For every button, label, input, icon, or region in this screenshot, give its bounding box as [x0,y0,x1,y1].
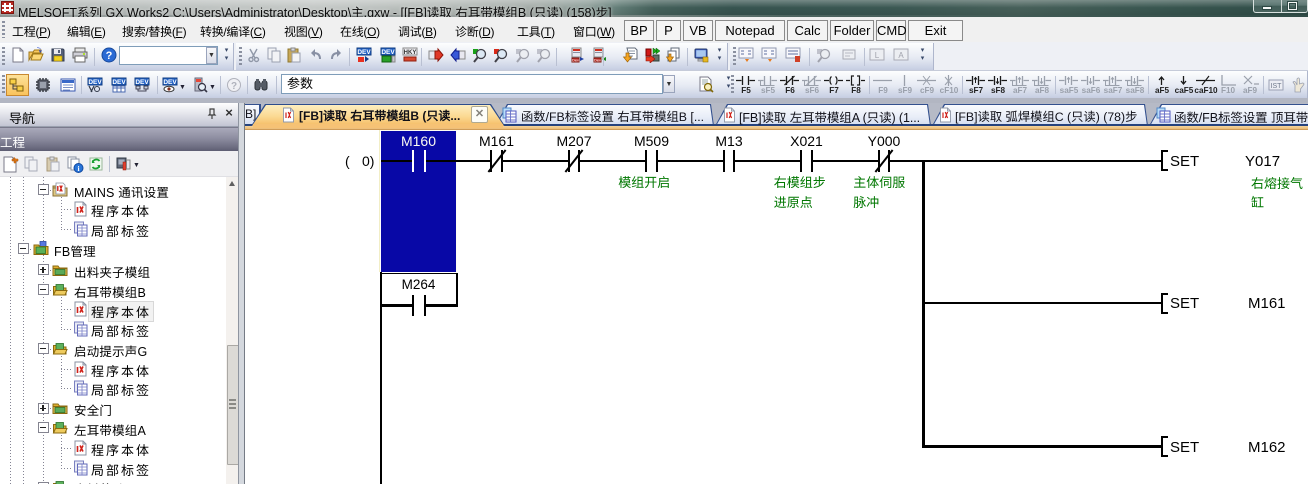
svg-text:Dev: Dev [572,58,579,63]
svg-text:L: L [875,51,880,60]
svg-text:Dev: Dev [594,58,601,63]
svg-text:DEV: DEV [381,49,395,56]
svg-text:DEV: DEV [357,49,371,56]
svg-text:i: i [77,164,79,173]
svg-text:?: ? [231,81,237,92]
svg-text:DEV: DEV [112,79,126,86]
svg-text:DEV: DEV [135,79,149,86]
svg-text:A: A [898,51,904,60]
svg-text:IST: IST [1271,83,1283,90]
svg-text:HKY: HKY [404,50,417,56]
svg-text:DEV: DEV [163,79,177,86]
svg-text:?: ? [106,50,113,62]
svg-text:DEV: DEV [88,79,102,86]
